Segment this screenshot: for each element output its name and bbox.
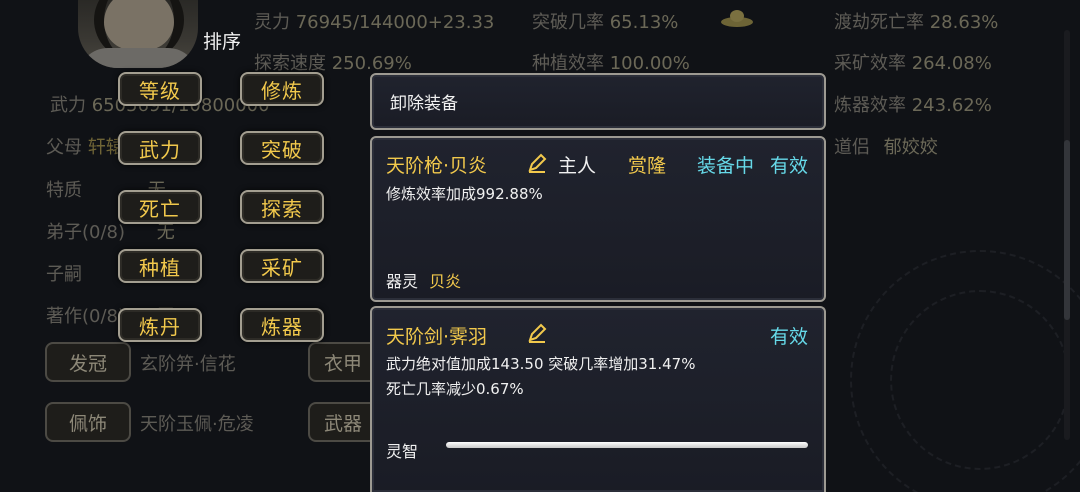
sort-forging-button[interactable]: 炼器 — [240, 308, 324, 342]
faguan-slot-button[interactable]: 发冠 — [45, 342, 131, 382]
sort-level-button[interactable]: 等级 — [118, 72, 202, 106]
scrollbar-thumb[interactable] — [1064, 140, 1070, 320]
realm-icon — [720, 6, 754, 28]
equipment-card-spear[interactable]: 天阶枪·贝炎 主人 赏隆 装备中 有效 修炼效率加成992.88% 器灵 贝炎 — [370, 136, 826, 302]
lingli-value: 76945/144000+23.33 — [295, 12, 495, 33]
equipment-card-sword[interactable]: 天阶剑·霁羽 有效 武力绝对值加成143.50 突破几率增加31.47% 死亡几… — [370, 306, 826, 492]
tansuo-value: 250.69% — [331, 53, 412, 74]
dujie-stat: 渡劫死亡率 28.63% — [834, 8, 998, 34]
sort-alchemy-button[interactable]: 炼丹 — [118, 308, 202, 342]
dizi-value: 无 — [156, 222, 175, 243]
item2-effect-line1: 武力绝对值加成143.50 突破几率增加31.47% — [386, 355, 696, 373]
sort-title: 排序 — [203, 31, 242, 53]
sort-planting-button[interactable]: 种植 — [118, 249, 202, 283]
caikuang-stat: 采矿效率 264.08% — [834, 49, 992, 75]
sort-mining-button[interactable]: 采矿 — [240, 249, 324, 283]
caikuang-value: 264.08% — [911, 53, 992, 74]
item1-spirit-label: 器灵 — [386, 272, 419, 291]
zhongzhi-value: 100.00% — [609, 53, 690, 74]
pencil-icon[interactable] — [526, 322, 548, 344]
daolv-value: 郁姣姣 — [883, 137, 938, 158]
fumu-label: 父母 — [46, 137, 82, 158]
sort-breakthrough-button[interactable]: 突破 — [240, 131, 324, 165]
dujie-value: 28.63% — [929, 12, 999, 33]
tezhi-label: 特质 — [46, 180, 82, 201]
unequip-button[interactable]: 卸除装备 — [370, 73, 826, 130]
lingli-stat: 灵力 76945/144000+23.33 — [254, 8, 494, 34]
dizi-label: 弟子(0/8) — [46, 222, 126, 243]
faguan-item: 玄阶笄·信花 — [140, 354, 236, 375]
tansuo-label: 探索速度 — [254, 53, 326, 74]
zhongzhi-label: 种植效率 — [532, 53, 604, 74]
wuli-label: 武力 — [50, 95, 86, 116]
lianqi-label: 炼器效率 — [834, 95, 906, 116]
intelligence-progress-bar — [446, 442, 808, 448]
sort-cultivation-button[interactable]: 修炼 — [240, 72, 324, 106]
item2-intelligence-label: 灵智 — [386, 442, 419, 461]
caikuang-label: 采矿效率 — [834, 53, 906, 74]
unequip-label: 卸除装备 — [390, 94, 458, 114]
sort-explore-button[interactable]: 探索 — [240, 190, 324, 224]
item1-owner-name: 赏隆 — [628, 155, 667, 177]
item2-effect-line2: 死亡几率减少0.67% — [386, 380, 524, 398]
zisi-label: 子嗣 — [46, 264, 82, 285]
pencil-icon[interactable] — [526, 152, 548, 174]
sort-force-button[interactable]: 武力 — [118, 131, 202, 165]
item1-spirit: 器灵 贝炎 — [386, 268, 461, 292]
zhuzuo-label: 著作(0/8) — [46, 306, 126, 327]
sort-death-button[interactable]: 死亡 — [118, 190, 202, 224]
peishi-item: 天阶玉佩·危凌 — [140, 414, 254, 435]
item2-name: 天阶剑·霁羽 — [386, 326, 488, 348]
tupo-stat: 突破几率 65.13% — [532, 8, 678, 34]
yijia-slot-button[interactable]: 衣甲 — [308, 342, 378, 382]
zhongzhi-stat: 种植效率 100.00% — [532, 49, 690, 75]
peishi-slot-button[interactable]: 佩饰 — [45, 402, 131, 442]
item1-owner-label: 主人 — [558, 155, 597, 177]
item1-spirit-name: 贝炎 — [429, 272, 462, 291]
zisi-stat: 子嗣 — [46, 260, 82, 286]
tupo-label: 突破几率 — [532, 12, 604, 33]
item2-valid-badge: 有效 — [770, 326, 809, 348]
lingli-label: 灵力 — [254, 12, 290, 33]
lianqi-stat: 炼器效率 243.62% — [834, 91, 992, 117]
background-ornament-inner — [890, 290, 1070, 470]
wuqi-slot-button[interactable]: 武器 — [308, 402, 378, 442]
item1-name: 天阶枪·贝炎 — [386, 155, 488, 177]
daolv-label: 道侣 — [834, 137, 870, 158]
dujie-label: 渡劫死亡率 — [834, 12, 924, 33]
item1-valid-badge: 有效 — [770, 155, 809, 177]
item1-equipped-status: 装备中 — [697, 155, 755, 177]
item1-effect: 修炼效率加成992.88% — [386, 185, 543, 203]
character-portrait — [78, 0, 198, 68]
lianqi-value: 243.62% — [911, 95, 992, 116]
daolv-stat: 道侣 郁姣姣 — [834, 133, 938, 159]
tupo-value: 65.13% — [609, 12, 679, 33]
